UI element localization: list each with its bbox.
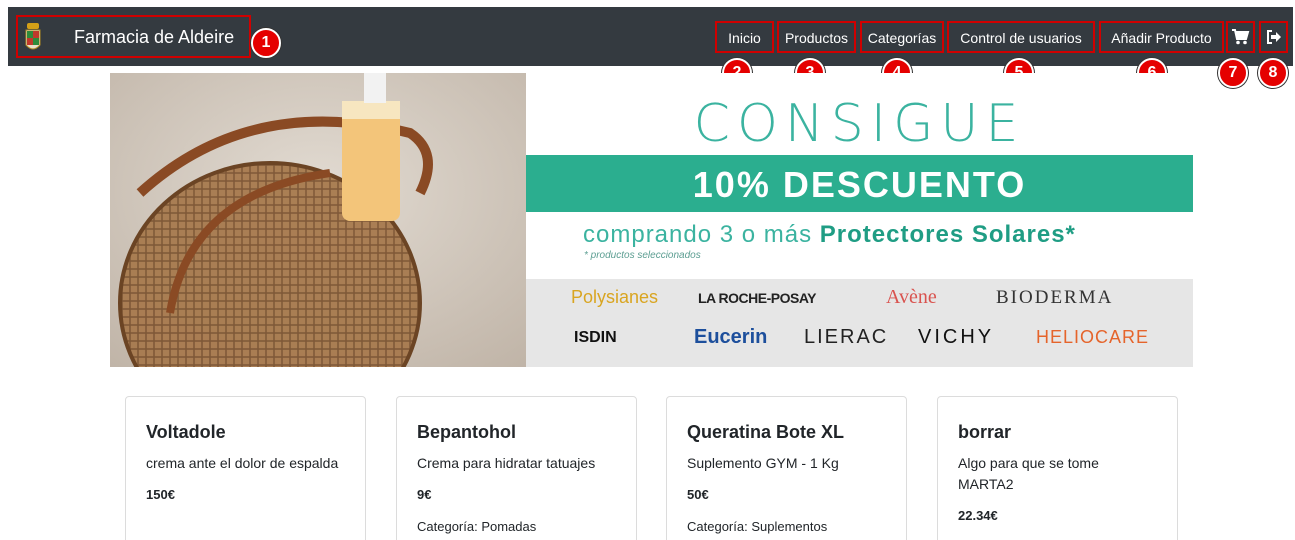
sunscreen-beach-photo <box>110 73 526 367</box>
nav-link-inicio[interactable]: Inicio <box>715 21 774 53</box>
brand-logo-lierac: LIERAC <box>804 326 889 348</box>
nav-link-productos[interactable]: Productos <box>777 21 856 53</box>
product-category: Categoría: Suplementos <box>687 519 828 534</box>
product-description: Crema para hidratar tatuajes <box>417 455 596 471</box>
product-price: 9€ <box>417 487 432 502</box>
promo-subtitle-bold: Protectores Solares* <box>819 221 1076 248</box>
annotation-badge-1: 1 <box>251 28 281 58</box>
promo-headline: CONSIGUE <box>693 94 1026 154</box>
brand-logo-eucerin: Eucerin <box>694 326 768 348</box>
product-card[interactable]: Bepantohol Crema para hidratar tatuajes … <box>396 396 637 540</box>
nav-link-categorias[interactable]: Categorías <box>860 21 944 53</box>
nav-link-label: Añadir Producto <box>1111 30 1212 46</box>
brand-logo-bioderma: BIODERMA <box>996 287 1114 308</box>
annotation-badge-7: 7 <box>1218 58 1248 88</box>
nav-link-label: Control de usuarios <box>960 30 1082 46</box>
brand-logo-avene: Avène <box>886 286 937 308</box>
discount-bar: 10% DESCUENTO <box>526 155 1193 212</box>
navbar: Farmacia de Aldeire 1 Inicio Productos C… <box>8 7 1293 66</box>
brand-name: Farmacia de Aldeire <box>74 27 235 47</box>
brand-logo-la-roche-posay: LA ROCHE-POSAY <box>698 290 816 306</box>
promo-panel: CONSIGUE 10% DESCUENTO comprando 3 o más… <box>526 73 1193 367</box>
brand-link[interactable]: Farmacia de Aldeire <box>16 15 251 58</box>
nav-link-control-usuarios[interactable]: Control de usuarios <box>947 21 1095 53</box>
annotation-badge-8: 8 <box>1258 58 1288 88</box>
brand-logos-strip: Polysianes LA ROCHE-POSAY Avène BIODERMA… <box>526 279 1193 367</box>
brand-logo-heliocare: HELIOCARE <box>1036 327 1150 347</box>
product-card[interactable]: Queratina Bote XL Suplemento GYM - 1 Kg … <box>666 396 907 540</box>
product-name: Voltadole <box>146 422 226 442</box>
nav-link-label: Productos <box>784 30 849 46</box>
product-price: 50€ <box>687 487 709 502</box>
brand-logo-isdin: ISDIN <box>574 329 617 346</box>
product-name: Queratina Bote XL <box>687 422 845 442</box>
brand-logo-vichy: VICHY <box>918 326 995 348</box>
promo-note: * productos seleccionados <box>584 250 701 261</box>
nav-link-label: Inicio <box>728 30 761 46</box>
product-description: Algo para que se tome MARTA2 <box>958 455 1099 492</box>
promo-banner[interactable]: CONSIGUE 10% DESCUENTO comprando 3 o más… <box>110 73 1193 367</box>
product-price: 22.34€ <box>958 508 998 523</box>
product-price: 150€ <box>146 487 175 502</box>
product-name: borrar <box>958 422 1012 442</box>
product-description: crema ante el dolor de espalda <box>146 455 339 471</box>
product-name: Bepantohol <box>417 422 516 442</box>
brand-logo-polysianes: Polysianes <box>571 287 659 307</box>
product-category: Categoría: Pomadas <box>417 519 537 534</box>
promo-subtitle: comprando 3 o más Protectores Solares* <box>583 220 1076 250</box>
discount-text: 10% DESCUENTO <box>692 164 1027 205</box>
nav-link-label: Categorías <box>867 30 937 46</box>
product-card[interactable]: borrar Algo para que se tome MARTA2 22.3… <box>937 396 1178 540</box>
logout-icon <box>1267 30 1281 44</box>
cart-button[interactable] <box>1226 21 1255 53</box>
promo-subtitle-prefix: comprando 3 o más <box>583 221 813 248</box>
cart-icon <box>1232 29 1250 45</box>
product-card[interactable]: Voltadole crema ante el dolor de espalda… <box>125 396 366 540</box>
logout-button[interactable] <box>1259 21 1288 53</box>
product-description: Suplemento GYM - 1 Kg <box>687 455 839 471</box>
coat-of-arms-logo <box>25 23 41 50</box>
nav-link-anadir-producto[interactable]: Añadir Producto <box>1099 21 1224 53</box>
